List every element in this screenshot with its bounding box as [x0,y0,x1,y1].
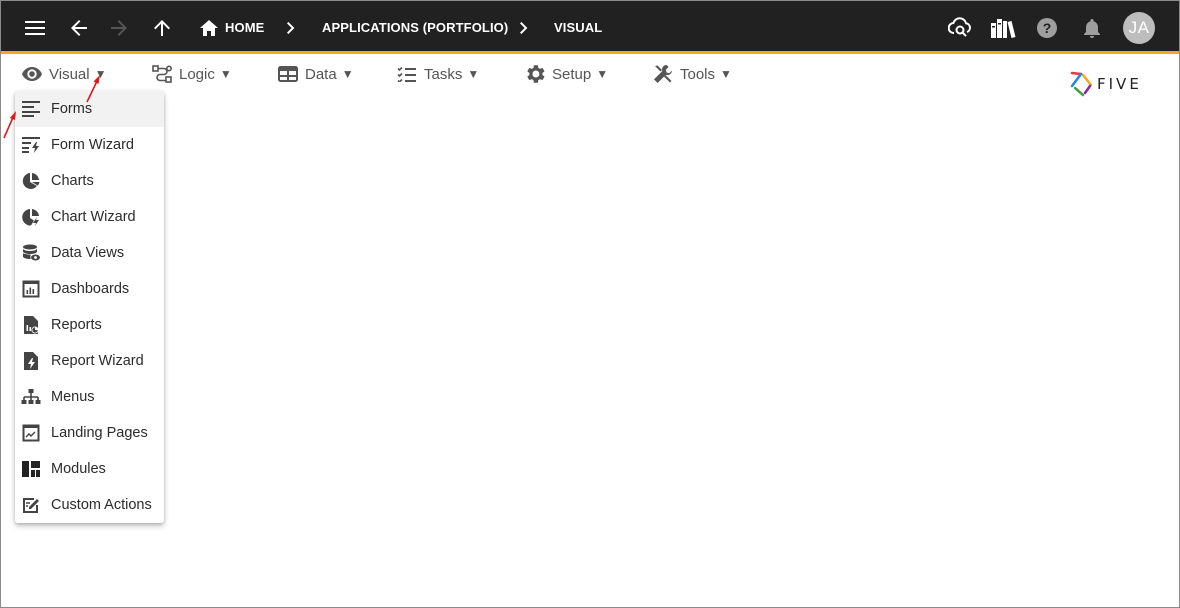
dropdown-item-label: Report Wizard [51,353,144,369]
notifications-button[interactable] [1081,1,1103,54]
menu-tasks-label: Tasks [424,65,463,83]
gear-icon [524,63,546,85]
dropdown-item-modules[interactable]: Modules [15,451,164,487]
dropdown-item-label: Chart Wizard [51,209,136,225]
custom-actions-icon [21,495,41,515]
dropdown-item-label: Custom Actions [51,497,152,513]
arrow-up-icon [154,19,170,36]
menu-logic-label: Logic [179,65,215,83]
dropdown-item-data-views[interactable]: Data Views [15,235,164,271]
form-wizard-icon [21,135,41,155]
dropdown-item-label: Reports [51,317,102,333]
charts-icon [21,171,41,191]
forms-icon [21,99,41,119]
dropdown-item-forms[interactable]: Forms [15,91,164,127]
arrow-right-icon [111,19,127,36]
dropdown-item-menus[interactable]: Menus [15,379,164,415]
dropdown-item-reports[interactable]: Reports [15,307,164,343]
dropdown-item-charts[interactable]: Charts [15,163,164,199]
menu-visual[interactable]: Visual ▼ [21,57,106,91]
main-menu-bar: Visual ▼ Logic ▼ Data ▼ Tasks ▼ Setup ▼ … [1,57,1179,91]
caret-down-icon: ▼ [720,67,732,81]
breadcrumb-applications[interactable]: APPLICATIONS (PORTFOLIO) [322,1,508,54]
menus-icon [21,387,41,407]
menu-setup-label: Setup [552,65,592,83]
eye-icon [21,63,43,85]
svg-text:?: ? [1043,20,1052,36]
caret-down-icon: ▼ [219,67,232,81]
dropdown-item-landing-pages[interactable]: Landing Pages [15,415,164,451]
visual-dropdown-menu: Forms Form Wizard Charts Chart Wizard Da… [15,91,164,523]
menu-visual-label: Visual [49,65,90,83]
chevron-right-icon [520,1,528,54]
dropdown-item-report-wizard[interactable]: Report Wizard [15,343,164,379]
caret-down-icon: ▼ [596,67,609,81]
dropdown-item-label: Charts [51,173,94,189]
help-icon: ? [1037,17,1057,38]
dropdown-item-label: Form Wizard [51,137,134,153]
landing-pages-icon [21,423,41,443]
menu-setup[interactable]: Setup ▼ [524,57,608,91]
forward-button[interactable] [105,1,133,54]
breadcrumb-visual[interactable]: VISUAL [554,1,602,54]
bell-icon [1084,18,1100,38]
top-app-bar: HOME APPLICATIONS (PORTFOLIO) VISUAL ? J… [1,1,1179,54]
flow-icon [151,63,173,85]
hamburger-icon [25,20,45,35]
breadcrumb-home[interactable]: HOME [225,1,264,54]
menu-logic[interactable]: Logic ▼ [151,57,232,91]
library-button[interactable] [989,1,1017,54]
chart-wizard-icon [21,207,41,227]
books-icon [991,18,1016,38]
back-button[interactable] [65,1,93,54]
caret-down-icon: ▼ [94,67,107,81]
help-button[interactable]: ? [1035,1,1059,54]
up-button[interactable] [149,1,175,54]
checklist-icon [396,63,418,85]
menu-data[interactable]: Data ▼ [277,57,354,91]
modules-icon [21,459,41,479]
report-wizard-icon [21,351,41,371]
cloud-search-icon [948,16,971,37]
arrow-left-icon [71,19,87,36]
five-logo-mark-icon [1070,71,1093,97]
home-icon-button[interactable] [199,1,219,54]
dropdown-item-dashboards[interactable]: Dashboards [15,271,164,307]
caret-down-icon: ▼ [467,67,480,81]
dropdown-item-label: Dashboards [51,281,130,297]
caret-down-icon: ▼ [341,67,354,81]
wrench-screwdriver-icon [652,63,674,85]
reports-icon [21,315,41,335]
menu-tools-label: Tools [680,65,716,83]
cloud-sync-button[interactable] [947,1,973,54]
table-icon [277,63,299,85]
data-views-icon [21,243,41,263]
dropdown-item-label: Data Views [51,245,125,261]
dropdown-item-label: Modules [51,461,106,477]
menu-tasks[interactable]: Tasks ▼ [396,57,479,91]
menu-tools[interactable]: Tools ▼ [652,57,732,91]
chevron-right-icon [287,1,295,54]
dropdown-item-custom-actions[interactable]: Custom Actions [15,487,164,523]
dropdown-item-label: Menus [51,389,95,405]
menu-data-label: Data [305,65,337,83]
dropdown-item-label: Landing Pages [51,425,148,441]
app-window: HOME APPLICATIONS (PORTFOLIO) VISUAL ? J… [0,0,1180,608]
five-logo: FIVE [1069,71,1142,97]
dropdown-item-label: Forms [51,101,93,117]
home-icon [200,19,218,36]
five-logo-text: FIVE [1097,75,1142,93]
user-avatar[interactable]: JA [1123,12,1155,44]
dropdown-item-form-wizard[interactable]: Form Wizard [15,127,164,163]
hamburger-menu-button[interactable] [19,1,51,54]
annotation-arrows [3,75,100,139]
dropdown-item-chart-wizard[interactable]: Chart Wizard [15,199,164,235]
dashboards-icon [21,279,41,299]
